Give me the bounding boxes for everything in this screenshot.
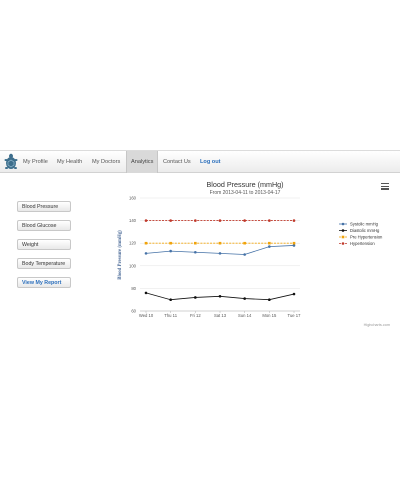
legend-item-label[interactable]: Hypertension: [350, 241, 375, 246]
data-point[interactable]: [243, 219, 246, 222]
x-axis-ticks: Wed 10 Thu 11 Fri 12 Sat 13 Sun 14 Mon 15 Tue …: [139, 311, 301, 318]
chart-subtitle: From 2013-04-11 to 2013-04-17: [210, 190, 281, 196]
chart-series: [144, 219, 296, 302]
data-point[interactable]: [144, 219, 148, 222]
data-point[interactable]: [268, 219, 271, 222]
data-point[interactable]: [292, 241, 296, 245]
data-point[interactable]: [268, 241, 271, 245]
data-point[interactable]: [268, 298, 271, 302]
x-tick-label: Sat 13: [214, 313, 227, 318]
x-tick-label: Fri 12: [190, 313, 201, 318]
legend-marker: [341, 222, 345, 226]
data-point[interactable]: [292, 292, 296, 296]
data-point[interactable]: [144, 291, 148, 295]
data-point[interactable]: [218, 295, 222, 298]
y-tick-label: 140: [129, 218, 137, 223]
data-point[interactable]: [194, 219, 197, 222]
data-point[interactable]: [169, 241, 172, 245]
data-point[interactable]: [144, 252, 148, 255]
data-point[interactable]: [243, 297, 246, 300]
legend-item-label[interactable]: Systolic mmHg: [350, 222, 379, 227]
data-point[interactable]: [194, 241, 197, 245]
y-tick-label: 80: [131, 286, 136, 291]
y-axis-ticks: 60 80 100 120 140 160: [129, 196, 137, 314]
data-point[interactable]: [218, 252, 222, 255]
x-tick-label: Wed 10: [139, 313, 154, 318]
y-axis-title: Blood Pressure (mmHg): [118, 230, 123, 280]
data-point[interactable]: [169, 298, 172, 302]
data-point[interactable]: [268, 245, 271, 248]
data-point[interactable]: [243, 253, 246, 256]
legend-marker: [341, 235, 345, 239]
x-tick-label: Sun 14: [238, 313, 252, 318]
x-tick-label: Tue 17: [288, 313, 302, 318]
y-tick-label: 120: [129, 241, 137, 246]
chart-credits[interactable]: Highcharts.com: [364, 323, 390, 327]
y-tick-label: 60: [131, 309, 136, 314]
data-point[interactable]: [194, 296, 197, 299]
data-point[interactable]: [169, 249, 172, 253]
data-point[interactable]: [194, 250, 197, 254]
legend-item-label[interactable]: Diastolic mmHg: [350, 228, 380, 233]
chart-legend: Systolic mmHgDiastolic mmHg Pre Hypertens…: [339, 222, 383, 246]
legend-marker: [341, 229, 345, 232]
data-point[interactable]: [292, 219, 296, 222]
y-tick-label: 160: [129, 196, 137, 201]
data-point[interactable]: [144, 241, 148, 245]
y-tick-label: 100: [129, 263, 137, 268]
legend-item-label[interactable]: Pre Hypertension: [350, 235, 383, 240]
chart-title: Blood Pressure (mmHg): [206, 180, 283, 189]
data-point[interactable]: [292, 244, 296, 247]
x-tick-label: Mon 15: [262, 313, 277, 318]
page: My Profile My Health My Doctors Analytic…: [0, 0, 400, 500]
legend-marker: [341, 242, 345, 245]
data-point[interactable]: [218, 241, 222, 245]
x-tick-label: Thu 11: [164, 313, 177, 318]
blood-pressure-chart: Blood Pressure (mmHg) From 2013-04-11 to…: [118, 180, 390, 327]
data-point[interactable]: [169, 219, 172, 222]
data-point[interactable]: [218, 219, 222, 222]
data-point[interactable]: [243, 241, 246, 245]
